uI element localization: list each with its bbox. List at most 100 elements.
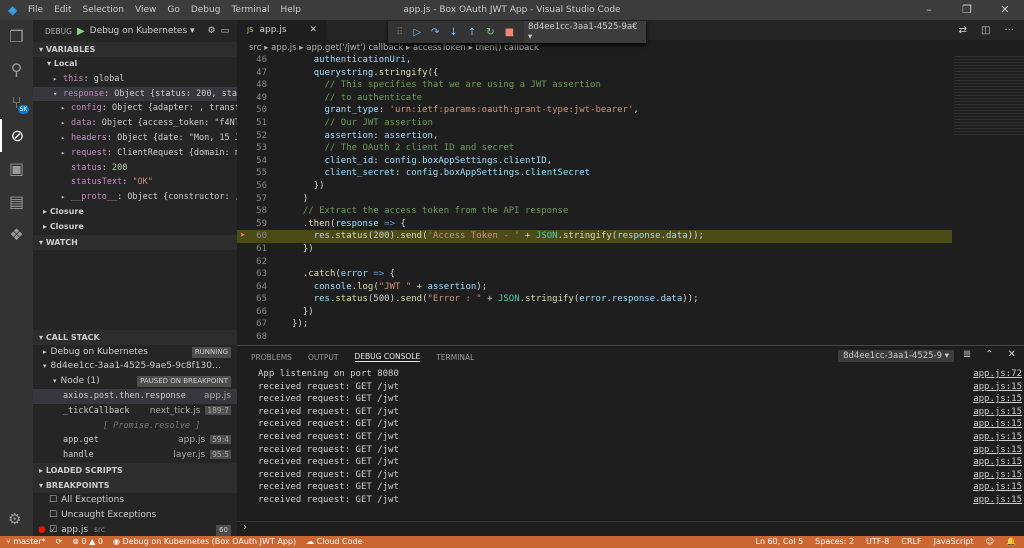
stack-frame[interactable]: _tickCallback next_tick.js 189:7 (33, 404, 237, 419)
expand-arrow-icon[interactable]: ▸ (61, 116, 71, 131)
minimap[interactable] (954, 56, 1024, 136)
expand-arrow-icon[interactable]: ▸ (61, 146, 71, 161)
debug-session-select[interactable]: 8d4ee1cc-3aa1-4525-9a€ ▾ (524, 21, 646, 43)
encoding[interactable]: UTF-8 (866, 536, 889, 548)
breakpoint-item[interactable]: ☐ Uncaught Exceptions (33, 508, 237, 523)
stack-frame[interactable]: app.get app.js 59:4 (33, 433, 237, 448)
debug-status[interactable]: ◉ Debug on Kubernetes (Box OAuth JWT App… (113, 536, 296, 548)
variable-item[interactable]: ▸config: Object {adapter: , transfor… (33, 101, 237, 116)
menu-selection[interactable]: Selection (83, 5, 124, 15)
variable-item[interactable]: ▸data: Object {access_token: "f4NTiO… (33, 116, 237, 131)
breakpoint-checkbox[interactable]: ☐ (49, 510, 57, 520)
code-line[interactable]: 53 // The OAuth 2 client ID and secret (237, 142, 952, 155)
indentation[interactable]: Spaces: 2 (815, 536, 854, 548)
expand-arrow-icon[interactable]: ▸ (61, 101, 71, 116)
sync-icon[interactable]: ⟳ (56, 536, 63, 548)
expand-arrow-icon[interactable]: ▾ (53, 87, 63, 102)
code-line[interactable]: 68 (237, 331, 952, 344)
variable-item[interactable]: status: 200 (33, 161, 237, 176)
debug-config-select[interactable]: Debug on Kubernetes ▾ (90, 26, 195, 36)
breadcrumb-item[interactable]: src (249, 43, 261, 53)
code-line[interactable]: 57 ) (237, 193, 952, 206)
variable-item[interactable]: ▸request: ClientRequest {domain: nul… (33, 146, 237, 161)
variable-item[interactable]: ▾response: Object {status: 200, statu… (33, 86, 237, 102)
code-line[interactable]: 64 console.log("JWT " + assertion); (237, 281, 952, 294)
console-source-link[interactable]: app.js:15 (973, 393, 1022, 406)
start-debug-icon[interactable]: ▶ (77, 26, 85, 37)
cursor-position[interactable]: Ln 60, Col 5 (756, 536, 804, 548)
code-line[interactable]: 66 }) (237, 306, 952, 319)
code-editor[interactable]: 46 authenticationUri, 47 querystring.stri… (237, 54, 952, 344)
close-tab-icon[interactable]: ✕ (309, 25, 317, 35)
clear-console-icon[interactable]: ≣ (963, 349, 971, 360)
variable-item[interactable]: ▸__proto__: Object {constructor: , _… (33, 190, 237, 205)
console-source-link[interactable]: app.js:15 (973, 481, 1022, 494)
stack-frame[interactable]: axios.post.then.response app.js (33, 388, 237, 404)
code-line[interactable]: 47 querystring.stringify({ (237, 67, 952, 80)
menu-view[interactable]: View (135, 5, 156, 15)
tab-debug-console[interactable]: DEBUG CONSOLE (354, 352, 421, 362)
notifications-bell-icon[interactable]: 🔔 (1006, 536, 1016, 548)
debug-icon[interactable]: ⊘ (0, 119, 33, 152)
extensions-icon[interactable]: ▣ (0, 152, 33, 185)
files-icon[interactable]: ❐ (0, 20, 33, 53)
variable-item[interactable]: ▸headers: Object {date: "Mon, 15 Jul… (33, 131, 237, 146)
branch-status[interactable]: ⑂ master* (6, 536, 46, 548)
menu-edit[interactable]: Edit (54, 5, 71, 15)
stop-icon[interactable]: ■ (505, 27, 514, 38)
variable-item[interactable]: statusText: "OK" (33, 175, 237, 190)
code-line[interactable]: 65 res.status(500).send("Error : " + JSO… (237, 293, 952, 306)
close-panel-icon[interactable]: ✕ (1008, 349, 1016, 360)
call-stack-header[interactable]: ▾ CALL STACK (33, 329, 237, 345)
breadcrumb-item[interactable]: accessToken (413, 43, 466, 53)
step-into-icon[interactable]: ↓ (449, 27, 457, 38)
console-source-link[interactable]: app.js:15 (973, 444, 1022, 457)
tab-problems[interactable]: PROBLEMS (251, 353, 292, 362)
code-line[interactable]: ➤ 60 res.status(200).send('Access Token -… (237, 230, 952, 243)
gear-icon[interactable]: ⚙ (208, 26, 216, 36)
close-window-icon[interactable]: ✕ (986, 0, 1024, 20)
maximize-panel-icon[interactable]: ⌃ (985, 349, 993, 360)
tab-app-js[interactable]: JS app.js ✕ (237, 20, 327, 40)
loaded-scripts-header[interactable]: ▸ LOADED SCRIPTS (33, 462, 237, 478)
code-line[interactable]: 51 // Our JWT assertion (237, 117, 952, 130)
restore-icon[interactable]: ❐ (948, 0, 986, 20)
console-source-link[interactable]: app.js:15 (973, 418, 1022, 431)
call-stack-session[interactable]: ▸ Debug on Kubernetes RUNNING (33, 345, 237, 360)
more-actions-icon[interactable]: ··· (1004, 25, 1014, 36)
minimize-icon[interactable]: – (910, 0, 948, 20)
menu-go[interactable]: Go (167, 5, 179, 15)
expand-arrow-icon[interactable]: ▸ (53, 72, 63, 87)
feedback-smiley-icon[interactable]: ☺ (986, 536, 994, 548)
code-line[interactable]: 61 }) (237, 243, 952, 256)
variable-item[interactable]: ▸ this: global (33, 72, 237, 87)
drag-handle-icon[interactable]: ⠿ (396, 27, 403, 38)
kubernetes-icon[interactable]: ❖ (0, 218, 33, 251)
console-source-link[interactable]: app.js:15 (973, 381, 1022, 394)
breadcrumb-item[interactable]: app.get('/jwt') callback (306, 43, 403, 53)
code-line[interactable]: 56 }) (237, 180, 952, 193)
breakpoint-checkbox[interactable]: ☑ (49, 525, 57, 535)
search-icon[interactable]: ⚲ (0, 53, 33, 86)
code-line[interactable]: 55 client_secret: config.boxAppSettings.… (237, 167, 952, 180)
console-source-link[interactable]: app.js:15 (973, 406, 1022, 419)
code-line[interactable]: 50 grant_type: 'urn:ietf:params:oauth:gr… (237, 104, 952, 117)
expand-arrow-icon[interactable]: ▾ (43, 362, 47, 370)
stack-frame[interactable]: handle layer.js 95:5 (33, 448, 237, 463)
open-changes-icon[interactable]: ⇄ (959, 25, 967, 36)
tab-terminal[interactable]: TERMINAL (436, 353, 474, 362)
breakpoint-item[interactable]: ☐ All Exceptions (33, 493, 237, 508)
scope-closure[interactable]: ▸ Closure (33, 220, 237, 235)
menu-debug[interactable]: Debug (191, 5, 221, 15)
split-editor-icon[interactable]: ◫ (981, 25, 990, 36)
code-line[interactable]: 59 .then(response => { (237, 218, 952, 231)
console-source-link[interactable]: app.js:15 (973, 494, 1022, 507)
code-line[interactable]: 58 // Extract the access token from the … (237, 205, 952, 218)
expand-arrow-icon[interactable]: ▸ (61, 190, 71, 205)
code-line[interactable]: 49 // to authenticate (237, 92, 952, 105)
cloud-code-status[interactable]: ☁ Cloud Code (306, 536, 362, 548)
menu-terminal[interactable]: Terminal (231, 5, 269, 15)
console-input[interactable]: › (237, 521, 1024, 533)
debug-console-icon[interactable]: ▭ (221, 26, 230, 36)
call-stack-session[interactable]: ▾8d4ee1cc-3aa1-4525-9ae5-9c8f130…PAUSED (33, 359, 237, 374)
